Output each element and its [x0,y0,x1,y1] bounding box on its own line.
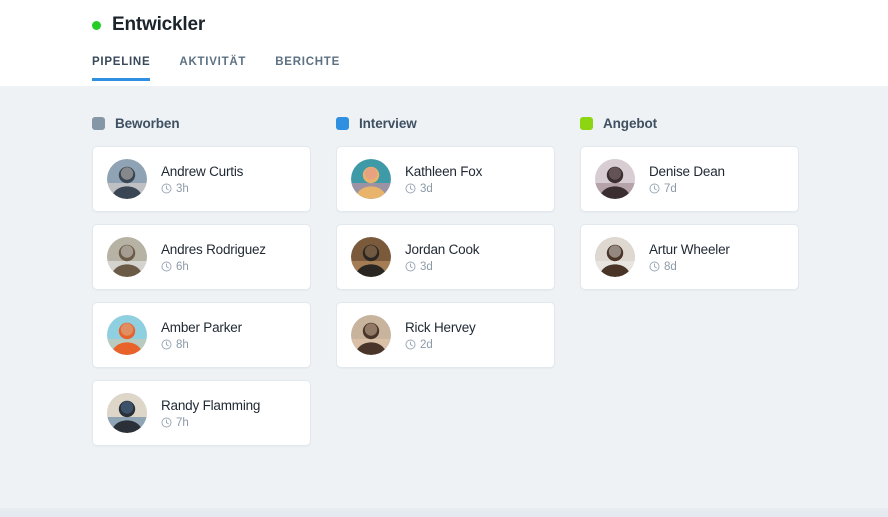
tab-berichte[interactable]: BERICHTE [275,50,340,81]
avatar [351,237,391,277]
avatar [107,315,147,355]
candidate-card[interactable]: Artur Wheeler 8d [580,224,799,290]
candidate-card[interactable]: Jordan Cook 3d [336,224,555,290]
avatar-artur-wheeler [595,237,635,277]
card-meta: 3d [405,183,482,195]
candidate-name: Artur Wheeler [649,241,730,257]
elapsed-time: 7h [176,416,189,429]
app-root: Entwickler PIPELINE AKTIVITÄT BERICHTE Bew… [0,0,888,517]
candidate-name: Rick Hervey [405,319,476,335]
avatar-andres-rodriguez [107,237,147,277]
board-column-interview: Interview Kathleen Fox 3d Jordan Cook 3d Rick… [336,114,555,517]
tab-bar: PIPELINE AKTIVITÄT BERICHTE [92,50,888,81]
card-meta: 6h [161,261,266,273]
candidate-card[interactable]: Andrew Curtis 3h [92,146,311,212]
card-body: Kathleen Fox 3d [405,164,482,195]
card-meta: 8h [161,339,242,351]
clock-icon [161,339,172,350]
title-row: Entwickler [92,0,888,36]
card-meta: 8d [649,261,730,273]
candidate-name: Jordan Cook [405,241,480,257]
clock-icon [161,261,172,272]
card-meta: 3h [161,183,243,195]
board-column-angebot: Angebot Denise Dean 7d Artur Wheeler 8d [580,114,799,517]
tab-label: BERICHTE [275,56,340,68]
candidate-name: Andrew Curtis [161,163,244,179]
column-title: Interview [359,115,417,131]
candidate-name: Amber Parker [161,319,242,335]
candidate-name: Andres Rodriguez [161,241,266,257]
column-header: Beworben [92,114,311,132]
clock-icon [161,183,172,194]
candidate-card[interactable]: Randy Flamming 7h [92,380,311,446]
candidate-name: Denise Dean [649,163,725,179]
card-meta: 2d [405,339,476,351]
tab-pipeline[interactable]: PIPELINE [92,50,151,81]
avatar-denise-dean [595,159,635,199]
card-body: Amber Parker 8h [161,320,242,351]
elapsed-time: 7d [664,182,677,195]
tab-label: AKTIVITÄT [179,56,247,68]
card-body: Andrew Curtis 3h [161,164,243,195]
avatar-jordan-cook [351,237,391,277]
column-title: Beworben [115,115,180,131]
clock-icon [405,339,416,350]
clock-icon [649,183,660,194]
pipeline-board: Beworben Andrew Curtis 3h Andres Rodriguez 6… [0,86,888,517]
avatar-kathleen-fox [351,159,391,199]
clock-icon [405,183,416,194]
avatar [107,159,147,199]
elapsed-time: 6h [176,260,189,273]
avatar [351,159,391,199]
card-meta: 7d [649,183,725,195]
card-body: Artur Wheeler 8d [649,242,730,273]
column-header: Angebot [580,114,799,132]
candidate-card[interactable]: Andres Rodriguez 6h [92,224,311,290]
column-title: Angebot [603,115,658,131]
card-body: Rick Hervey 2d [405,320,476,351]
avatar [351,315,391,355]
elapsed-time: 3d [420,182,433,195]
avatar [107,237,147,277]
card-body: Jordan Cook 3d [405,241,480,273]
avatar [107,393,147,433]
status-dot-icon [92,20,101,30]
page-header: Entwickler PIPELINE AKTIVITÄT BERICHTE [0,0,888,86]
elapsed-time: 3d [420,260,433,273]
clock-icon [405,261,416,272]
elapsed-time: 8h [176,338,189,351]
avatar [595,159,635,199]
elapsed-time: 3h [176,182,189,195]
elapsed-time: 2d [420,338,433,351]
clock-icon [649,261,660,272]
candidate-name: Randy Flamming [161,397,261,413]
avatar [595,237,635,277]
candidate-name: Kathleen Fox [405,163,483,179]
column-header: Interview [336,114,555,132]
candidate-card[interactable]: Kathleen Fox 3d [336,146,555,212]
avatar-andrew-curtis [107,159,147,199]
board-column-beworben: Beworben Andrew Curtis 3h Andres Rodriguez 6… [92,114,311,517]
candidate-card[interactable]: Rick Hervey 2d [336,302,555,368]
bottom-strip [0,508,888,517]
card-meta: 3d [405,261,479,273]
candidate-card[interactable]: Denise Dean 7d [580,146,799,212]
card-body: Denise Dean 7d [649,164,725,195]
page-title: Entwickler [112,14,206,35]
candidate-card[interactable]: Amber Parker 8h [92,302,311,368]
card-body: Andres Rodriguez 6h [161,242,266,273]
tab-aktivitt[interactable]: AKTIVITÄT [179,50,246,81]
tab-label: PIPELINE [92,56,151,68]
board-columns: Beworben Andrew Curtis 3h Andres Rodriguez 6… [0,114,888,517]
column-status-swatch-icon [580,116,593,130]
card-meta: 7h [161,417,260,429]
avatar-randy-flamming [107,393,147,433]
column-status-swatch-icon [92,116,105,130]
clock-icon [161,417,172,428]
elapsed-time: 8d [664,260,677,273]
column-status-swatch-icon [336,116,349,130]
card-body: Randy Flamming 7h [161,398,260,429]
avatar-amber-parker [107,315,147,355]
avatar-rick-hervey [351,315,391,355]
